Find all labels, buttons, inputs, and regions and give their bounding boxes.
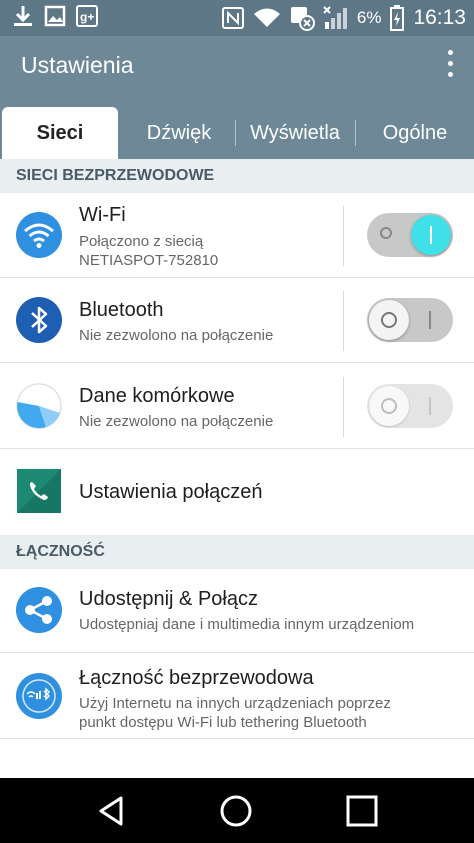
call-settings-title: Ustawienia połączeń <box>79 481 263 503</box>
tab-wyswietlacz[interactable]: Wyświetla <box>236 107 354 159</box>
bluetooth-icon <box>16 297 62 343</box>
row-divider <box>343 291 344 351</box>
clock: 16:13 <box>413 6 466 29</box>
status-bar: g+ 6% 16:13 <box>0 0 474 36</box>
wifi-toggle[interactable] <box>367 213 453 257</box>
bluetooth-row[interactable]: Bluetooth Nie zezwolono na połączenie <box>0 278 474 363</box>
wifi-toggle-knob <box>411 215 451 255</box>
mobile-data-status: Nie zezwolono na połączenie <box>79 413 274 430</box>
bluetooth-title: Bluetooth <box>79 299 164 321</box>
tab-separator <box>355 120 356 146</box>
tab-ogolne[interactable]: Ogólne <box>358 107 472 159</box>
recents-icon[interactable] <box>345 794 379 828</box>
wifi-icon <box>253 8 280 27</box>
tethering-title: Łączność bezprzewodowa <box>79 667 314 689</box>
wifi-status: Połączono z siecią <box>79 233 204 250</box>
bluetooth-toggle[interactable] <box>367 298 453 342</box>
share-connect-row[interactable]: Udostępnij & Połącz Udostępniaj dane i m… <box>0 569 474 653</box>
google-plus-icon: g+ <box>76 5 98 27</box>
download-icon <box>14 6 32 26</box>
back-icon[interactable] <box>95 794 129 828</box>
wifi-icon <box>16 212 62 258</box>
wifi-network-name: NETIASPOT-752810 <box>79 252 219 269</box>
row-divider <box>343 377 344 437</box>
tethering-icon <box>16 673 62 719</box>
svg-text:g+: g+ <box>80 10 94 24</box>
app-bar: Ustawienia <box>0 36 474 96</box>
image-icon <box>44 5 66 27</box>
share-icon <box>16 587 62 633</box>
tab-bar: Sieci Dźwięk Wyświetla Ogólne <box>0 96 474 159</box>
mobile-data-title: Dane komórkowe <box>79 385 235 407</box>
overflow-menu-icon[interactable] <box>444 50 456 84</box>
section-header-connectivity: ŁĄCZNOŚĆ <box>0 535 474 569</box>
call-settings-row[interactable]: Ustawienia połączeń <box>0 449 474 535</box>
nfc-icon <box>221 7 244 29</box>
share-connect-title: Udostępnij & Połącz <box>79 588 258 610</box>
tab-sieci[interactable]: Sieci <box>2 107 118 159</box>
mobile-data-toggle-knob <box>369 386 409 426</box>
wifi-title: Wi-Fi <box>79 204 126 226</box>
row-divider <box>343 206 344 266</box>
mobile-data-row[interactable]: Dane komórkowe Nie zezwolono na połączen… <box>0 363 474 449</box>
wifi-row[interactable]: Wi-Fi Połączono z siecią NETIASPOT-75281… <box>0 193 474 278</box>
mobile-data-icon <box>16 383 62 429</box>
home-icon[interactable] <box>219 794 253 828</box>
page-title: Ustawienia <box>21 52 134 78</box>
tethering-subtitle-line1: Użyj Internetu na innych urządzeniach po… <box>79 695 391 712</box>
tethering-subtitle-line2: punkt dostępu Wi-Fi lub tethering Blueto… <box>79 714 367 731</box>
share-connect-subtitle: Udostępniaj dane i multimedia innym urzą… <box>79 616 415 633</box>
phone-icon <box>17 469 61 513</box>
tethering-row[interactable]: Łączność bezprzewodowa Użyj Internetu na… <box>0 653 474 739</box>
signal-icon <box>323 6 347 29</box>
bluetooth-toggle-knob <box>369 300 409 340</box>
data-saver-icon <box>290 7 315 31</box>
navigation-bar <box>0 778 474 843</box>
mobile-data-toggle[interactable] <box>367 384 453 428</box>
tab-dzwiek[interactable]: Dźwięk <box>124 107 234 159</box>
bluetooth-status: Nie zezwolono na połączenie <box>79 327 274 344</box>
section-header-wireless: SIECI BEZPRZEWODOWE <box>0 159 474 193</box>
battery-percent: 6% <box>356 8 382 27</box>
battery-icon <box>390 5 405 31</box>
